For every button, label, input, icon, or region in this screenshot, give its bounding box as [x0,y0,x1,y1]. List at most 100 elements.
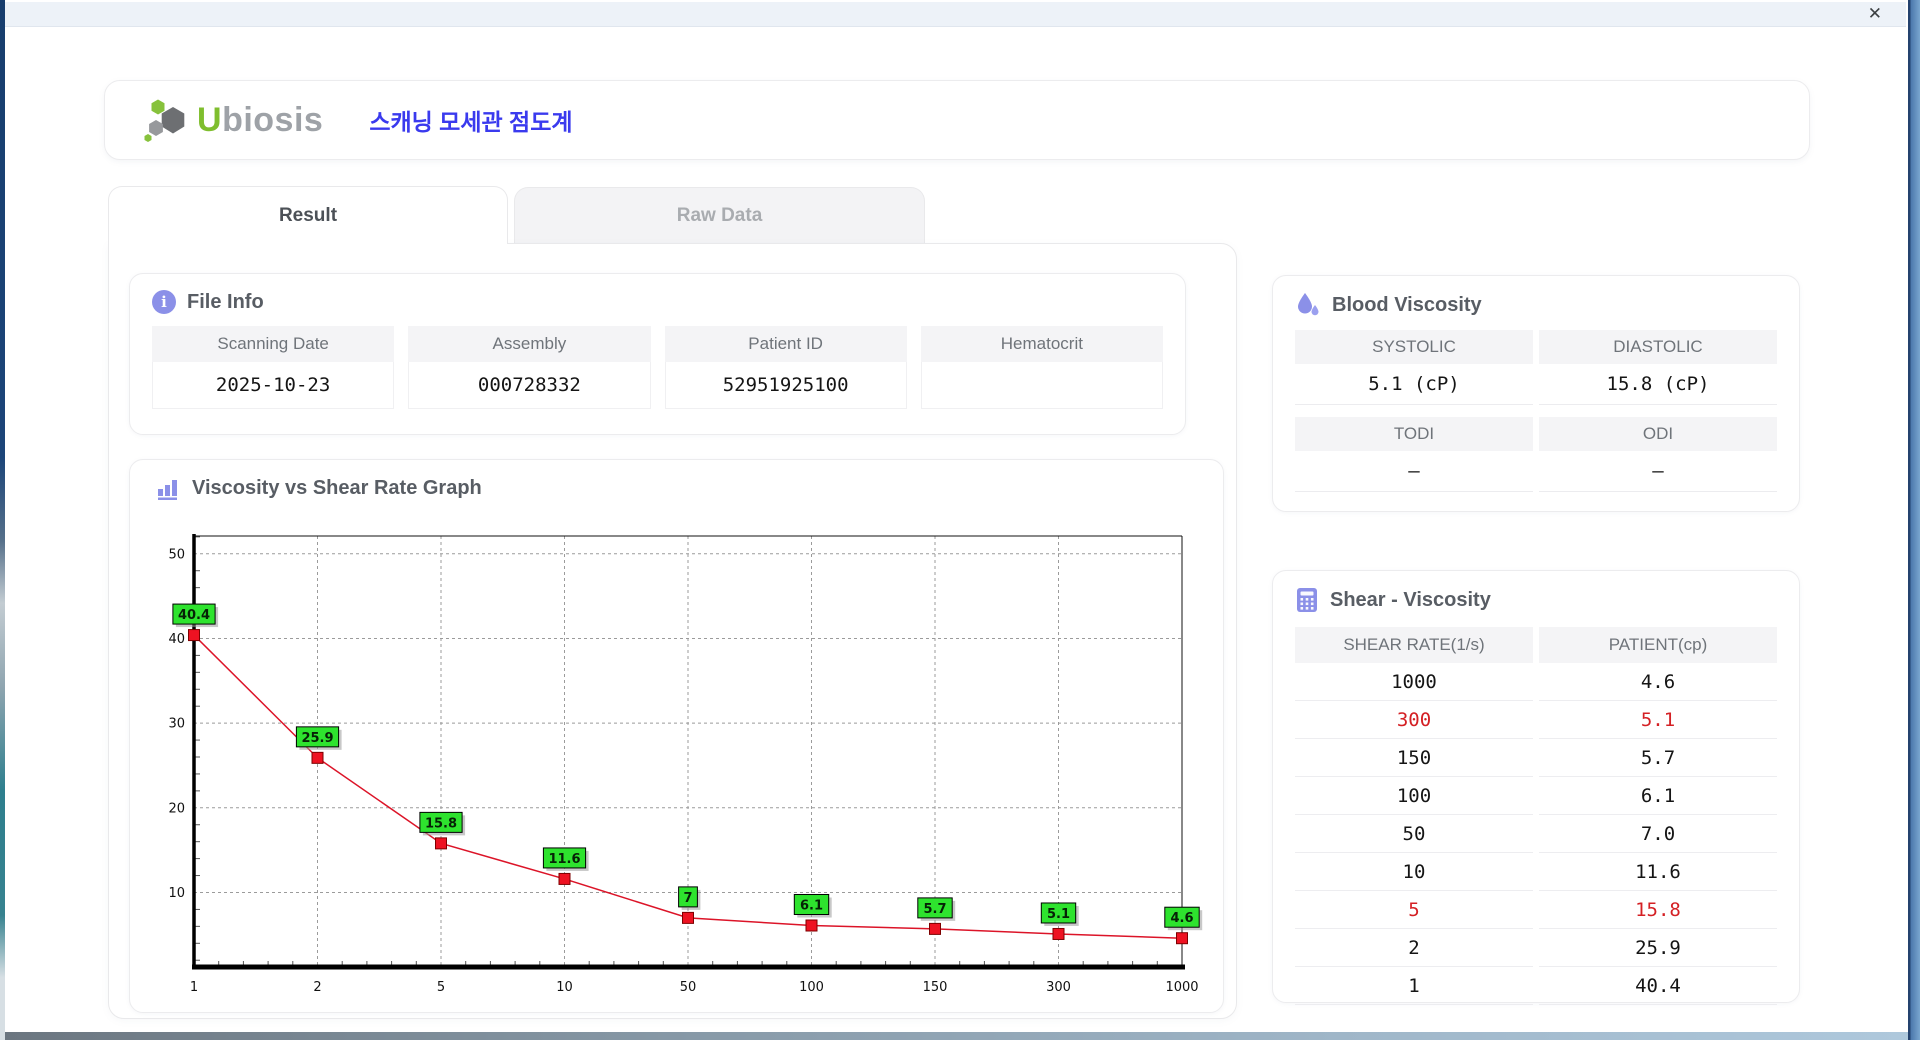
field-label: Assembly [408,326,651,362]
field-value: 2025-10-23 [152,362,395,409]
shear-rate-cell: 10 [1295,853,1533,891]
chart-point-marker [1176,932,1188,945]
application-window: ✕ Ubiosis 스캐닝 모세관 점도계 Result Raw Data i … [0,0,1920,1040]
file-info-title: File Info [187,290,264,313]
chart-ytick-label: 40 [168,632,185,647]
metric-label: DIASTOLIC [1539,330,1777,364]
file-info-fields: Scanning Date 2025-10-23 Assembly 000728332… [152,326,1163,409]
window-bottom-edge [5,1032,1908,1040]
chart-xtick-label: 150 [923,980,948,995]
patient-value-cell: 5.1 [1539,701,1777,739]
chart-point-marker [929,922,941,935]
blood-viscosity-group: TODI ODI – – [1295,417,1777,492]
patient-value-cell: 40.4 [1539,967,1777,1005]
chart-ytick-label: 30 [168,717,185,732]
shear-rate-cell: 50 [1295,815,1533,853]
shear-rate-cell: 2 [1295,929,1533,967]
chart-point-marker [188,629,200,642]
chart-point-label-text: 11.6 [548,852,580,867]
metric-value: 15.8 (cP) [1539,364,1777,405]
chart-point-marker [435,837,447,850]
patient-value-cell: 4.6 [1539,663,1777,701]
file-info-column: Patient ID 52951925100 [664,326,907,409]
shear-rate-cell: 150 [1295,739,1533,777]
chart-xtick-label: 5 [437,980,445,995]
close-icon[interactable]: ✕ [1868,5,1882,23]
metric-value: – [1539,451,1777,492]
blood-viscosity-card: Blood Viscosity SYSTOLIC DIASTOLIC 5.1 (cP… [1272,275,1800,512]
chart-point-label-text: 7 [683,891,692,906]
metric-value: 5.1 (cP) [1295,364,1533,405]
tab-result[interactable]: Result [108,186,508,244]
blood-viscosity-title: Blood Viscosity [1332,293,1482,316]
ubiosis-logo: Ubiosis [141,96,323,144]
shear-viscosity-heading: Shear - Viscosity [1295,587,1777,613]
chart-point-label-text: 5.1 [1047,907,1070,922]
patient-value-cell: 7.0 [1539,815,1777,853]
droplets-icon [1295,292,1321,318]
chart-point-marker [1052,927,1065,940]
tab-raw-data[interactable]: Raw Data [514,187,925,244]
info-icon: i [152,290,176,314]
chart-point-label-text: 15.8 [425,816,457,831]
window-titlebar: ✕ [5,2,1906,27]
field-label: Scanning Date [152,326,395,362]
desktop-background-sliver [0,0,5,1040]
viscosity-graph-card: Viscosity vs Shear Rate Graph 10 20 30 40 50… [129,459,1224,1013]
bar-chart-icon [156,476,181,501]
calculator-icon [1295,587,1319,613]
field-label: Hematocrit [920,326,1163,362]
chart-ytick-label: 10 [168,886,185,901]
field-value [920,362,1163,409]
chart-point-label-text: 4.6 [1170,911,1193,926]
chart-point-label-text: 40.4 [178,608,210,623]
chart-ytick-label: 20 [168,801,185,816]
chart-point-label-text: 5.7 [923,902,946,917]
patient-value-cell: 15.8 [1539,891,1777,929]
blood-viscosity-metrics: SYSTOLIC DIASTOLIC 5.1 (cP) 15.8 (cP) TODI OD… [1295,330,1777,492]
field-value: 52951925100 [664,362,907,409]
chart-xtick-label: 100 [799,980,824,995]
file-info-column: Assembly 000728332 [408,326,651,409]
chart-point-marker [805,919,818,932]
chart-xtick-label: 1 [190,980,198,995]
field-value: 000728332 [408,362,651,409]
chart-xtick-label: 50 [680,980,697,995]
blood-viscosity-group: SYSTOLIC DIASTOLIC 5.1 (cP) 15.8 (cP) [1295,330,1777,405]
chart-ytick-label: 50 [168,547,185,562]
logo-wordmark: Ubiosis [197,101,323,140]
file-info-heading: i File Info [152,290,1163,314]
metric-label: TODI [1295,417,1533,451]
column-header: PATIENT(cp) [1539,627,1777,663]
chart-point-label-text: 25.9 [301,731,333,746]
app-title-korean: 스캐닝 모세관 점도계 [369,109,573,135]
patient-value-cell: 5.7 [1539,739,1777,777]
chart-point-marker [311,751,324,764]
file-info-column: Scanning Date 2025-10-23 [152,326,395,409]
column-header: SHEAR RATE(1/s) [1295,627,1533,663]
shear-rate-cell: 300 [1295,701,1533,739]
hexagon-logo-icon [141,96,189,144]
graph-heading: Viscosity vs Shear Rate Graph [130,476,1223,501]
chart-point-label-text: 6.1 [800,899,823,914]
blood-viscosity-heading: Blood Viscosity [1295,292,1777,318]
chart-point-marker [558,872,571,885]
patient-value-cell: 25.9 [1539,929,1777,967]
chart-xtick-label: 300 [1046,980,1071,995]
shear-viscosity-title: Shear - Viscosity [1330,588,1491,611]
chart-xtick-label: 1000 [1165,980,1198,995]
logo-u: U [197,100,223,139]
field-label: Patient ID [664,326,907,362]
patient-value-cell: 6.1 [1539,777,1777,815]
metric-value: – [1295,451,1533,492]
chart-xtick-label: 2 [313,980,321,995]
viscosity-shear-chart: 10 20 30 40 50 1 2 5 10 50 100 150 300 1000 40.4 25.9 15… [168,534,1203,995]
shear-viscosity-table: SHEAR RATE(1/s) PATIENT(cp) 1000 4.6 300 5.1 1… [1295,627,1777,1005]
shear-rate-cell: 1 [1295,967,1533,1005]
metric-label: SYSTOLIC [1295,330,1533,364]
graph-title: Viscosity vs Shear Rate Graph [192,477,482,499]
logo-rest: biosis [222,100,324,139]
header-card: Ubiosis 스캐닝 모세관 점도계 [104,80,1810,160]
chart-xtick-label: 10 [556,980,573,995]
shear-rate-cell: 1000 [1295,663,1533,701]
